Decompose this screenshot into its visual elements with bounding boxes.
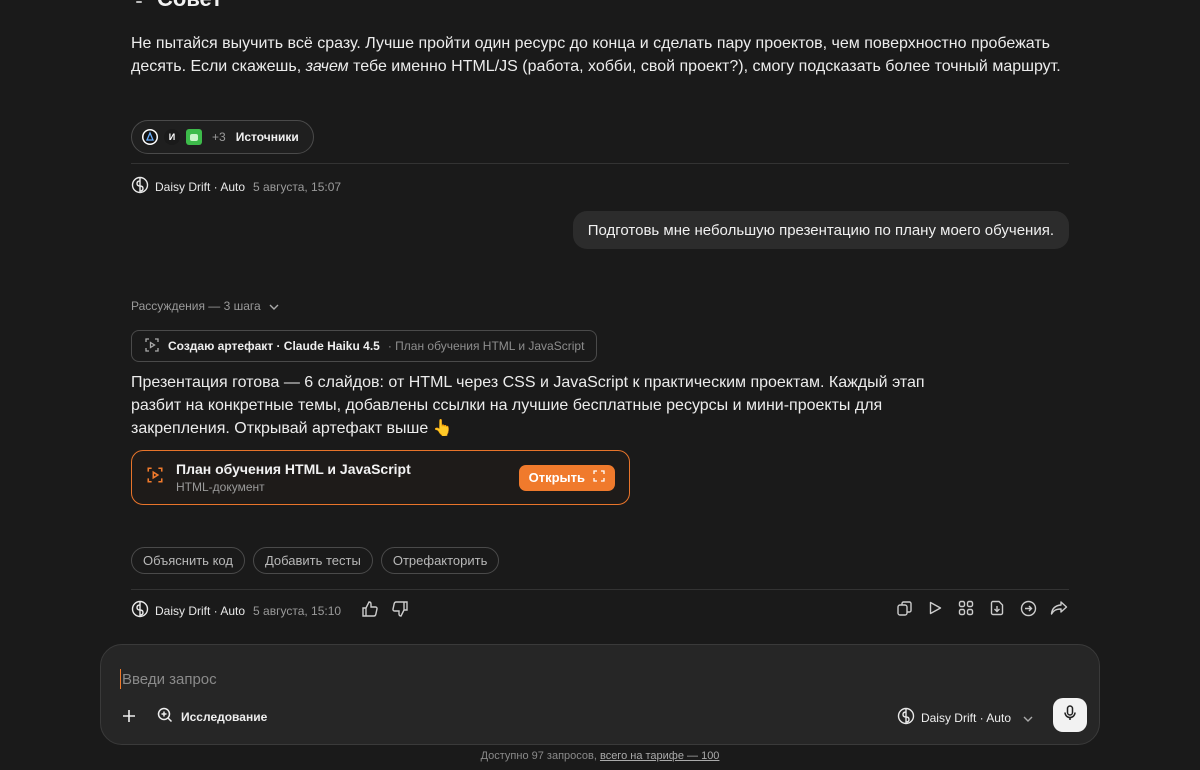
suggestion-chips: Объяснить код Добавить тесты Отрефактори… — [131, 547, 500, 574]
copy-icon[interactable] — [894, 598, 914, 618]
prompt-input[interactable] — [120, 669, 820, 689]
message-meta: Daisy Drift · Auto 5 августа, 15:07 — [131, 176, 341, 197]
sources-button[interactable]: И +3 Источники — [131, 120, 314, 154]
advice-paragraph: Не пытайся выучить всё сразу. Лучше прой… — [131, 32, 1069, 78]
brain-icon — [131, 176, 149, 197]
sources-label: Источники — [235, 130, 299, 144]
open-label: Открыть — [528, 470, 585, 485]
download-icon[interactable] — [987, 598, 1007, 618]
play-icon[interactable] — [925, 598, 945, 618]
reasoning-label: Рассуждения — 3 шага — [131, 299, 261, 313]
artifact-icon — [144, 337, 160, 356]
divider — [131, 589, 1069, 590]
research-label: Исследование — [181, 709, 268, 724]
model-selector[interactable]: Daisy Drift · Auto — [897, 707, 1033, 728]
sources-count: +3 — [212, 130, 226, 144]
microphone-icon — [1063, 704, 1077, 726]
divider — [131, 163, 1069, 164]
brain-icon — [897, 707, 915, 728]
arrow-right-circle-icon[interactable] — [1018, 598, 1038, 618]
open-artifact-button[interactable]: Открыть — [518, 464, 615, 491]
thumbs-up-icon[interactable] — [361, 600, 379, 621]
composer: Исследование Daisy Drift · Auto — [100, 644, 1100, 745]
user-message: Подготовь мне небольшую презентацию по п… — [572, 211, 1069, 249]
message-actions — [894, 598, 1069, 618]
plus-icon[interactable] — [119, 706, 139, 726]
plan-link[interactable]: всего на тарифе — 100 — [600, 750, 719, 762]
suggestion-chip[interactable]: Добавить тесты — [252, 547, 373, 574]
mic-button[interactable] — [1053, 698, 1087, 732]
advice-text-2: тебе именно HTML/JS (работа, хобби, свой… — [348, 58, 1061, 75]
model-name: Daisy Drift · Auto — [155, 179, 246, 194]
artifact-subtitle: HTML-документ — [176, 480, 265, 494]
suggestion-chip[interactable]: Объяснить код — [131, 547, 245, 574]
advice-heading: Совет — [131, 0, 222, 12]
artifact-icon — [146, 466, 164, 489]
model-name: Daisy Drift · Auto — [155, 603, 246, 618]
artifact-step-detail: · План обучения HTML и JavaScript — [387, 339, 585, 353]
quota-text: Доступно 97 запросов, — [480, 750, 600, 762]
source-favicon-icon: И — [164, 129, 180, 145]
artifact-step-action: Создаю артефакт · Claude Haiku 4.5 — [168, 339, 380, 353]
chevron-down-icon — [269, 299, 279, 313]
source-favicon-icon — [142, 129, 158, 145]
suggestion-chip[interactable]: Отрефакторить — [380, 547, 500, 574]
message-meta: Daisy Drift · Auto 5 августа, 15:10 — [131, 600, 409, 621]
answer-paragraph: Презентация готова — 6 слайдов: от HTML … — [131, 374, 925, 437]
artifact-step[interactable]: Создаю артефакт · Claude Haiku 4.5 · Пла… — [131, 330, 598, 362]
quota-note: Доступно 97 запросов, всего на тарифе — … — [0, 750, 1200, 762]
source-favicon-icon — [186, 129, 202, 145]
chevron-down-icon — [1023, 711, 1033, 725]
model-selector-label: Daisy Drift · Auto — [920, 710, 1011, 725]
advice-text-em: зачем — [305, 58, 349, 75]
search-plus-icon — [157, 707, 173, 726]
heading-title: Совет — [157, 0, 222, 12]
thumbs-down-icon[interactable] — [391, 600, 409, 621]
brain-icon — [131, 600, 149, 621]
lightbulb-icon — [131, 0, 147, 12]
reasoning-toggle[interactable]: Рассуждения — 3 шага — [131, 299, 279, 313]
artifact-title: План обучения HTML и JavaScript — [176, 461, 411, 477]
expand-icon — [593, 470, 605, 485]
artifact-card[interactable]: План обучения HTML и JavaScript HTML-док… — [131, 450, 630, 505]
grid-icon[interactable] — [956, 598, 976, 618]
message-time: 5 августа, 15:07 — [253, 179, 342, 194]
share-icon[interactable] — [1049, 598, 1069, 618]
message-time: 5 августа, 15:10 — [253, 603, 342, 618]
research-button[interactable]: Исследование — [157, 707, 267, 726]
